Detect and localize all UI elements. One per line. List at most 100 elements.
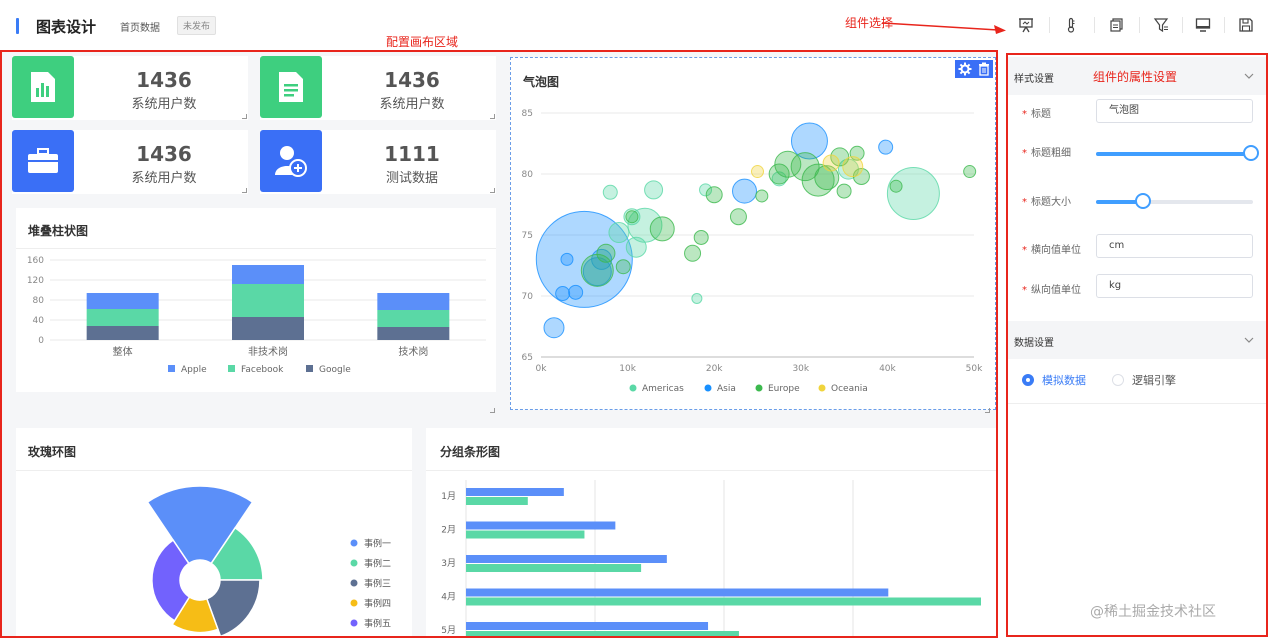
- bar-segment: [86, 309, 159, 326]
- legend-marker: [704, 384, 712, 392]
- bar-segment: [232, 284, 304, 317]
- stat-label: 测试数据: [385, 171, 438, 186]
- bubble-card[interactable]: 气泡图 65 70 75 80 85 0k 10k 20k 30k 40k 50k Americas A…: [510, 57, 996, 410]
- stat-card[interactable]: 1436 系统用户数: [260, 56, 496, 120]
- grouped-bar-card[interactable]: 分组条形图 1月 2月 3月 4月 5月: [426, 428, 996, 636]
- stat-value: 1436: [136, 68, 192, 92]
- y-tick-label: 120: [27, 276, 44, 286]
- legend-marker: [168, 365, 175, 372]
- bubble: [543, 317, 565, 339]
- bar: [466, 631, 739, 636]
- resize-handle[interactable]: [985, 408, 990, 413]
- x-tick-label: 20k: [706, 364, 723, 374]
- rose-ring-card[interactable]: 玫瑰环图 事例一 事例二 事例三 事例四 事例五: [16, 428, 412, 636]
- stat-card[interactable]: 1436 系统用户数: [12, 130, 248, 194]
- x-tick-label: 10k: [619, 364, 636, 374]
- bubble: [568, 284, 584, 300]
- legend-marker: [350, 539, 358, 547]
- preview-icon[interactable]: [1016, 15, 1036, 35]
- thermometer-icon[interactable]: [1061, 15, 1081, 35]
- stat-card[interactable]: 1436 系统用户数: [12, 56, 248, 120]
- resize-handle[interactable]: [490, 114, 495, 119]
- bar: [466, 588, 889, 597]
- title-input[interactable]: 气泡图: [1096, 99, 1253, 123]
- stat-card[interactable]: 1111 测试数据: [260, 130, 496, 194]
- chevron-down-icon[interactable]: [1244, 72, 1254, 80]
- radio-logic-engine[interactable]: 逻辑引擎: [1112, 372, 1176, 388]
- briefcase-icon: [12, 130, 74, 192]
- bubble: [691, 292, 703, 304]
- watermark: @稀土掘金技术社区: [1090, 604, 1216, 620]
- y-tick-label: 160: [27, 256, 44, 266]
- y-tick-label: 65: [522, 353, 533, 363]
- field-label: * 纵向值单位: [1022, 285, 1081, 296]
- bubble: [751, 165, 764, 179]
- add-user-icon: [260, 130, 322, 192]
- field-label: * 标题大小: [1022, 197, 1071, 208]
- bar: [466, 488, 564, 496]
- slider-knob[interactable]: [1243, 145, 1260, 161]
- bubble: [705, 186, 723, 204]
- legend-label: Google: [319, 365, 351, 375]
- stat-value: 1436: [136, 142, 192, 166]
- bubble: [602, 184, 618, 200]
- stat-label: 系统用户数: [131, 97, 197, 112]
- design-canvas[interactable]: 1436 系统用户数 1436 系统用户数 1436 系统用户数 1111 测试…: [0, 50, 998, 638]
- x-tick-label: 整体: [113, 345, 133, 358]
- style-section-header[interactable]: 样式设置 组件的属性设置: [1008, 57, 1266, 95]
- slider-knob[interactable]: [1135, 193, 1152, 209]
- y-tick-label: 2月: [441, 525, 456, 536]
- field-label: * 标题: [1022, 109, 1051, 120]
- bubble: [755, 189, 769, 203]
- filter-icon[interactable]: [1151, 15, 1171, 35]
- rose-ring-chart: 事例一事例二事例三事例四事例五: [146, 485, 391, 636]
- stacked-bar-card[interactable]: 堆叠柱状图 0 40 80 120 160 整体 非技术岗 技术岗 Apple Facebook G…: [16, 208, 496, 392]
- legend-label: Asia: [717, 384, 736, 394]
- x-unit-input[interactable]: cm: [1096, 234, 1253, 258]
- bar-segment: [377, 310, 450, 327]
- bubble-chart: 65 70 75 80 85 0k 10k 20k 30k 40k 50k Americas Asia E…: [522, 109, 984, 394]
- bubble: [625, 210, 639, 224]
- copy-icon[interactable]: [1106, 15, 1126, 35]
- y-unit-input[interactable]: kg: [1096, 274, 1253, 298]
- bar-segment: [86, 326, 159, 340]
- legend-marker: [350, 599, 358, 607]
- chevron-down-icon[interactable]: [1244, 336, 1254, 344]
- section-title: 数据设置: [1014, 338, 1054, 349]
- status-badge: 未发布: [177, 16, 217, 35]
- bubble: [878, 139, 894, 155]
- resize-handle[interactable]: [490, 188, 495, 193]
- radio-mock-data[interactable]: 模拟数据: [1022, 372, 1086, 388]
- x-tick-label: 0k: [536, 364, 548, 374]
- annotation-properties: 组件的属性设置: [1093, 70, 1178, 84]
- legend-marker: [228, 365, 235, 372]
- stacked-bar-chart: 0 40 80 120 160 整体 非技术岗 技术岗 Apple Facebook Google: [27, 256, 486, 375]
- bar-segment: [232, 265, 304, 284]
- resize-handle[interactable]: [242, 188, 247, 193]
- y-tick-label: 80: [522, 170, 534, 180]
- bubble: [625, 236, 647, 258]
- legend-label: Oceania: [831, 384, 868, 394]
- title-weight-slider[interactable]: [1096, 145, 1260, 161]
- top-bar: 图表设计 首页数据 未发布 组件选择: [0, 6, 1269, 46]
- data-section-header[interactable]: 数据设置: [1008, 321, 1266, 359]
- legend-label: 事例五: [364, 618, 391, 630]
- properties-panel: 样式设置 组件的属性设置 * 标题 气泡图 * 标题粗细 * 标题大小 * 横向值单位 …: [1006, 53, 1268, 637]
- title-size-slider[interactable]: [1096, 193, 1253, 209]
- x-tick-label: 40k: [879, 364, 896, 374]
- bar: [466, 530, 585, 539]
- legend-marker: [306, 365, 313, 372]
- bar-segment: [377, 327, 450, 340]
- bar: [466, 555, 667, 563]
- breadcrumb[interactable]: 首页数据: [120, 19, 160, 34]
- monitor-icon[interactable]: [1193, 15, 1213, 35]
- save-icon[interactable]: [1236, 15, 1256, 35]
- legend-marker: [350, 559, 358, 567]
- legend-marker: [755, 384, 763, 392]
- resize-handle[interactable]: [242, 114, 247, 119]
- bar-segment: [377, 293, 450, 310]
- annotation-arrow: [881, 22, 1006, 34]
- resize-handle[interactable]: [490, 408, 495, 413]
- x-tick-label: 非技术岗: [248, 345, 288, 358]
- legend-marker: [629, 384, 637, 392]
